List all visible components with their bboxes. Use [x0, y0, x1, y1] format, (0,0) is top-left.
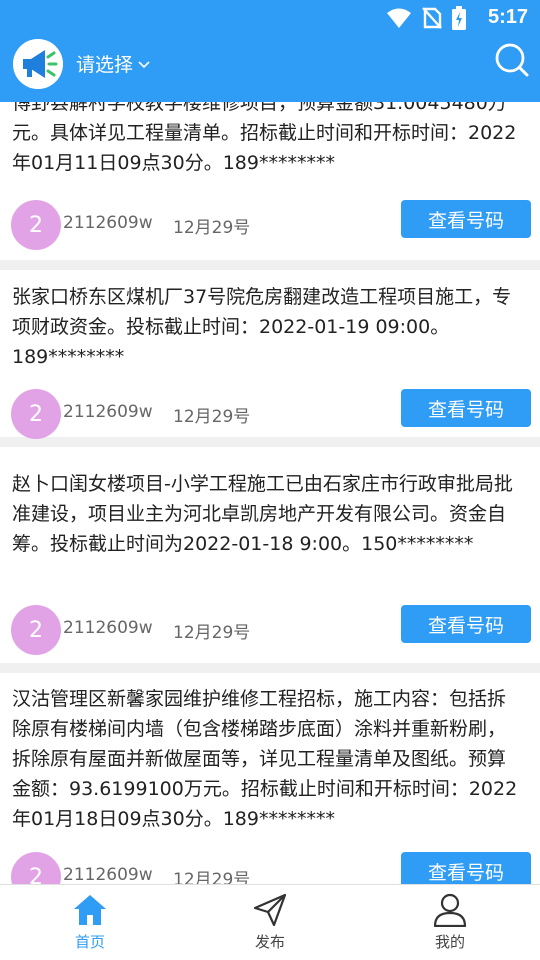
- avatar: 2: [11, 852, 61, 884]
- wifi-icon: [387, 8, 411, 28]
- user-name: 2112609w: [63, 402, 153, 422]
- view-number-button[interactable]: 查看号码: [401, 852, 531, 884]
- tender-card-text: 赵卜口闺女楼项目-小学工程施工已由石家庄市行政审批局批准建设，项目业主为河北卓凯…: [12, 473, 513, 555]
- megaphone-icon: [13, 39, 63, 89]
- avatar: 2: [11, 389, 61, 439]
- bottom-nav: 首页 发布 我的: [0, 884, 540, 960]
- battery-icon: [452, 6, 466, 30]
- post-date: 12月29号: [173, 623, 251, 643]
- post-date: 12月29号: [173, 407, 251, 427]
- tender-feed[interactable]: 博野县解村学校教学楼维修项目，预算金额31.0045480万元。具体详见工程量清…: [0, 102, 540, 884]
- nav-label-home: 首页: [74, 933, 105, 951]
- home-icon: [74, 895, 106, 925]
- status-icons: [386, 6, 466, 30]
- user-icon: [433, 893, 467, 927]
- app-header: 5:17 请选择: [0, 0, 540, 102]
- user-name: 2112609w: [63, 213, 153, 233]
- nav-label-publish: 发布: [254, 933, 285, 951]
- view-number-button[interactable]: 查看号码: [401, 200, 531, 238]
- nav-item-mine[interactable]: 我的: [360, 885, 540, 960]
- status-bar: 5:17: [0, 0, 540, 36]
- tender-card: 张家口桥东区煤机厂37号院危房翻建改造工程项目施工，专项财政资金。投标截止时间：…: [0, 270, 540, 447]
- search-button[interactable]: [494, 42, 530, 78]
- app-logo: [13, 39, 63, 89]
- search-icon: [495, 43, 529, 77]
- tender-card-footer: 2 2112609w 12月29号 查看号码: [0, 200, 540, 250]
- view-number-button[interactable]: 查看号码: [401, 389, 531, 427]
- no-sim-icon: [422, 7, 442, 29]
- tender-card: 赵卜口闺女楼项目-小学工程施工已由石家庄市行政审批局批准建设，项目业主为河北卓凯…: [0, 447, 540, 673]
- post-date: 12月29号: [173, 218, 251, 238]
- view-number-button[interactable]: 查看号码: [401, 605, 531, 643]
- region-select[interactable]: 请选择: [76, 50, 151, 77]
- tender-card: 汉沽管理区新馨家园维护维修工程招标，施工内容：包括拆除原有楼梯间内墙（包含楼梯踏…: [0, 673, 540, 884]
- tender-card: 博野县解村学校教学楼维修项目，预算金额31.0045480万元。具体详见工程量清…: [0, 102, 540, 270]
- nav-label-mine: 我的: [434, 933, 465, 951]
- region-select-label: 请选择: [76, 54, 134, 76]
- tender-card-text: 博野县解村学校教学楼维修项目，预算金额31.0045480万元。具体详见工程量清…: [12, 102, 517, 174]
- tender-card-footer: 2 2112609w 12月29号 查看号码: [0, 389, 540, 439]
- tender-card-footer: 2 2112609w 12月29号 查看号码: [0, 605, 540, 655]
- send-icon: [253, 893, 287, 927]
- status-time: 5:17: [487, 6, 528, 28]
- user-name: 2112609w: [63, 618, 153, 638]
- avatar: 2: [11, 605, 61, 655]
- tender-card-text: 张家口桥东区煤机厂37号院危房翻建改造工程项目施工，专项财政资金。投标截止时间：…: [12, 286, 512, 368]
- nav-item-publish[interactable]: 发布: [180, 885, 360, 960]
- avatar: 2: [11, 200, 61, 250]
- post-date: 12月29号: [173, 870, 251, 884]
- tender-card-text: 汉沽管理区新馨家园维护维修工程招标，施工内容：包括拆除原有楼梯间内墙（包含楼梯踏…: [12, 688, 518, 830]
- toolbar: 请选择: [0, 36, 540, 102]
- nav-item-home[interactable]: 首页: [0, 885, 180, 960]
- user-name: 2112609w: [63, 865, 153, 884]
- chevron-down-icon: [138, 60, 150, 68]
- tender-card-footer: 2 2112609w 12月29号 查看号码: [0, 852, 540, 884]
